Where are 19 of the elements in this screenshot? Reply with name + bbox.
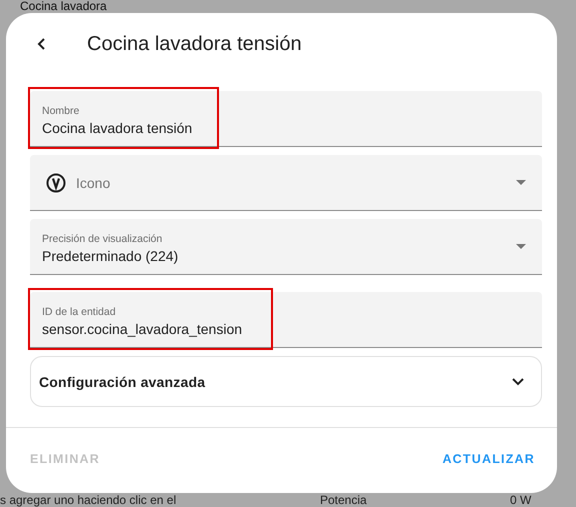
dialog-title: Cocina lavadora tensión xyxy=(87,32,302,56)
select-field[interactable]: Icono xyxy=(30,155,542,211)
dropdown-caret-icon xyxy=(516,244,526,249)
field-value: Cocina lavadora tensión xyxy=(42,120,192,136)
v-circle-icon xyxy=(46,172,66,192)
field-placeholder: Icono xyxy=(76,174,110,190)
chevron-down-icon xyxy=(511,377,525,386)
field-value: sensor.cocina_lavadora_tension xyxy=(42,321,242,337)
field-label: ID de la entidad xyxy=(42,306,117,318)
field-label: Precisión de visualización xyxy=(42,233,164,245)
sensor-label: Potencia xyxy=(320,493,368,507)
field-value: Predeterminado (224) xyxy=(42,248,178,264)
dropdown-caret-icon xyxy=(516,180,526,185)
page-title: Cocina lavadora xyxy=(19,0,108,13)
advanced-settings-expander[interactable]: Configuración avanzada xyxy=(30,356,542,407)
field-label: Nombre xyxy=(42,105,80,117)
select-field[interactable]: Precisión de visualización Predeterminado (224) xyxy=(30,219,542,275)
page-text: s agregar uno haciendo clic en el xyxy=(0,493,178,507)
sensor-value: 0 W xyxy=(510,493,532,507)
